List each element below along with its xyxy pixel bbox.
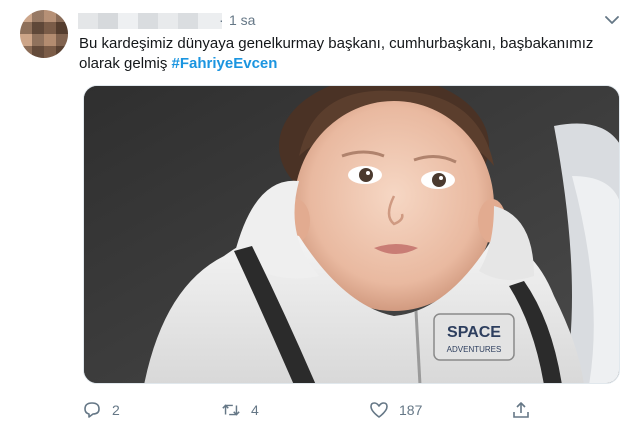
jacket-print-sub: ADVENTURES (447, 345, 502, 354)
reply-count: 2 (112, 402, 120, 418)
reply-button[interactable]: 2 (82, 398, 120, 422)
like-count: 187 (399, 402, 423, 418)
heart-icon (369, 400, 389, 420)
reply-icon (82, 400, 102, 420)
more-options-button[interactable] (604, 12, 620, 28)
tweet-card[interactable]: · 1 sa Bu kardeşimiz dünyaya genelkurmay… (0, 0, 640, 432)
share-icon (511, 400, 531, 420)
tweet-text-body: Bu kardeşimiz dünyaya genelkurmay başkan… (79, 35, 594, 72)
baby-photo: SPACE ADVENTURES (84, 86, 619, 383)
retweet-button[interactable]: 4 (221, 398, 259, 422)
share-button[interactable] (511, 398, 531, 422)
tweet-text: Bu kardeşimiz dünyaya genelkurmay başkan… (79, 34, 627, 74)
chevron-down-icon (605, 16, 619, 24)
tweet-timestamp[interactable]: 1 sa (229, 12, 255, 28)
like-button[interactable]: 187 (369, 398, 422, 422)
author-name-pixelated[interactable] (78, 13, 222, 29)
avatar[interactable] (20, 10, 68, 58)
retweet-icon (221, 400, 241, 420)
hashtag-link[interactable]: #FahriyeEvcen (172, 55, 278, 72)
tweet-actions: 2 4 187 (80, 398, 540, 422)
time-separator: · (219, 12, 224, 28)
retweet-count: 4 (251, 402, 259, 418)
tweet-media-photo[interactable]: SPACE ADVENTURES (83, 85, 620, 384)
jacket-print-brand: SPACE (447, 324, 501, 341)
